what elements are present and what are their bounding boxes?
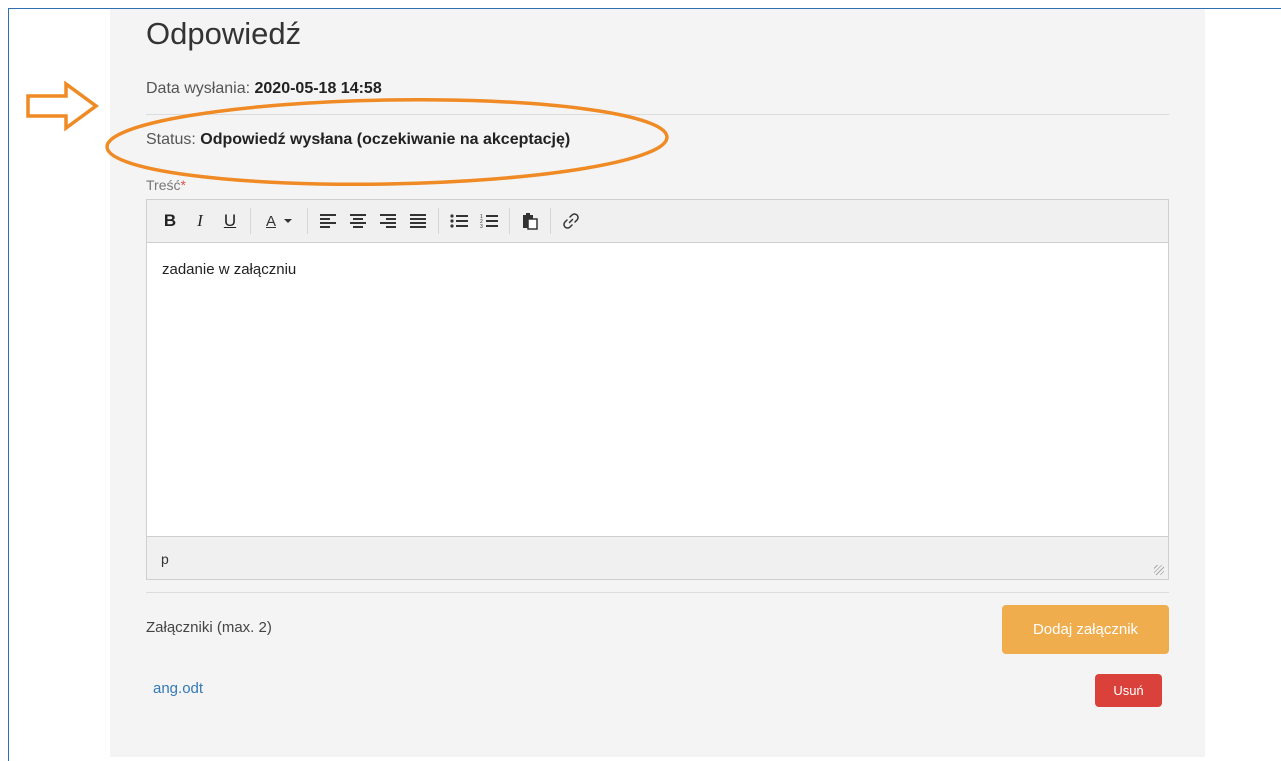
bold-icon: B <box>163 211 177 230</box>
status: Status: Odpowiedź wysłana (oczekiwanie n… <box>146 131 570 149</box>
page-title: Odpowiedź <box>146 16 302 51</box>
delete-attachment-button[interactable]: Usuń <box>1095 674 1162 707</box>
toolbar-separator <box>438 208 439 234</box>
align-center-button[interactable] <box>343 206 373 236</box>
link-button[interactable] <box>556 206 586 236</box>
align-right-button[interactable] <box>373 206 403 236</box>
caret-down-icon <box>284 219 292 223</box>
content-label: Treść* <box>146 177 186 193</box>
status-label: Status: <box>146 131 196 148</box>
add-attachment-button[interactable]: Dodaj załącznik <box>1002 605 1169 654</box>
sent-date: Data wysłania: 2020-05-18 14:58 <box>146 80 382 98</box>
align-left-button[interactable] <box>313 206 343 236</box>
underline-button[interactable]: U <box>215 206 245 236</box>
font-color-icon: A <box>265 212 276 230</box>
sent-date-label: Data wysłania: <box>146 80 251 97</box>
required-mark: * <box>180 177 186 193</box>
content-label-text: Treść <box>146 177 181 193</box>
align-justify-icon <box>410 214 426 228</box>
align-center-icon <box>350 214 366 228</box>
paste-icon <box>523 212 538 230</box>
toolbar-separator <box>509 208 510 234</box>
link-icon <box>563 213 579 229</box>
toolbar-separator <box>307 208 308 234</box>
font-color-button[interactable]: A <box>256 206 302 236</box>
italic-button[interactable]: I <box>185 206 215 236</box>
bullet-list-icon <box>450 214 468 228</box>
status-value: Odpowiedź wysłana (oczekiwanie na akcept… <box>200 131 571 148</box>
attachments-label: Załączniki (max. 2) <box>146 619 272 636</box>
toolbar-separator <box>550 208 551 234</box>
italic-icon: I <box>197 211 203 230</box>
rich-text-editor: B I U A 123 zadanie w załączniu p <box>146 199 1169 580</box>
divider <box>146 114 1169 115</box>
editor-statusbar: p <box>147 536 1168 579</box>
toolbar-separator <box>250 208 251 234</box>
align-justify-button[interactable] <box>403 206 433 236</box>
align-left-icon <box>320 214 336 228</box>
editor-toolbar: B I U A 123 <box>147 200 1168 243</box>
numbered-list-button[interactable]: 123 <box>474 206 504 236</box>
align-right-icon <box>380 214 396 228</box>
editor-content[interactable]: zadanie w załączniu <box>147 243 1168 536</box>
underline-icon: U <box>223 211 237 230</box>
svg-text:3: 3 <box>480 224 483 229</box>
sent-date-value: 2020-05-18 14:58 <box>254 80 382 97</box>
divider <box>146 592 1169 593</box>
attachment-file-link[interactable]: ang.odt <box>153 680 203 697</box>
numbered-list-icon: 123 <box>480 214 498 229</box>
element-path[interactable]: p <box>161 551 169 567</box>
paste-button[interactable] <box>515 206 545 236</box>
bold-button[interactable]: B <box>155 206 185 236</box>
bullet-list-button[interactable] <box>444 206 474 236</box>
resize-grip-icon[interactable] <box>1154 565 1164 575</box>
